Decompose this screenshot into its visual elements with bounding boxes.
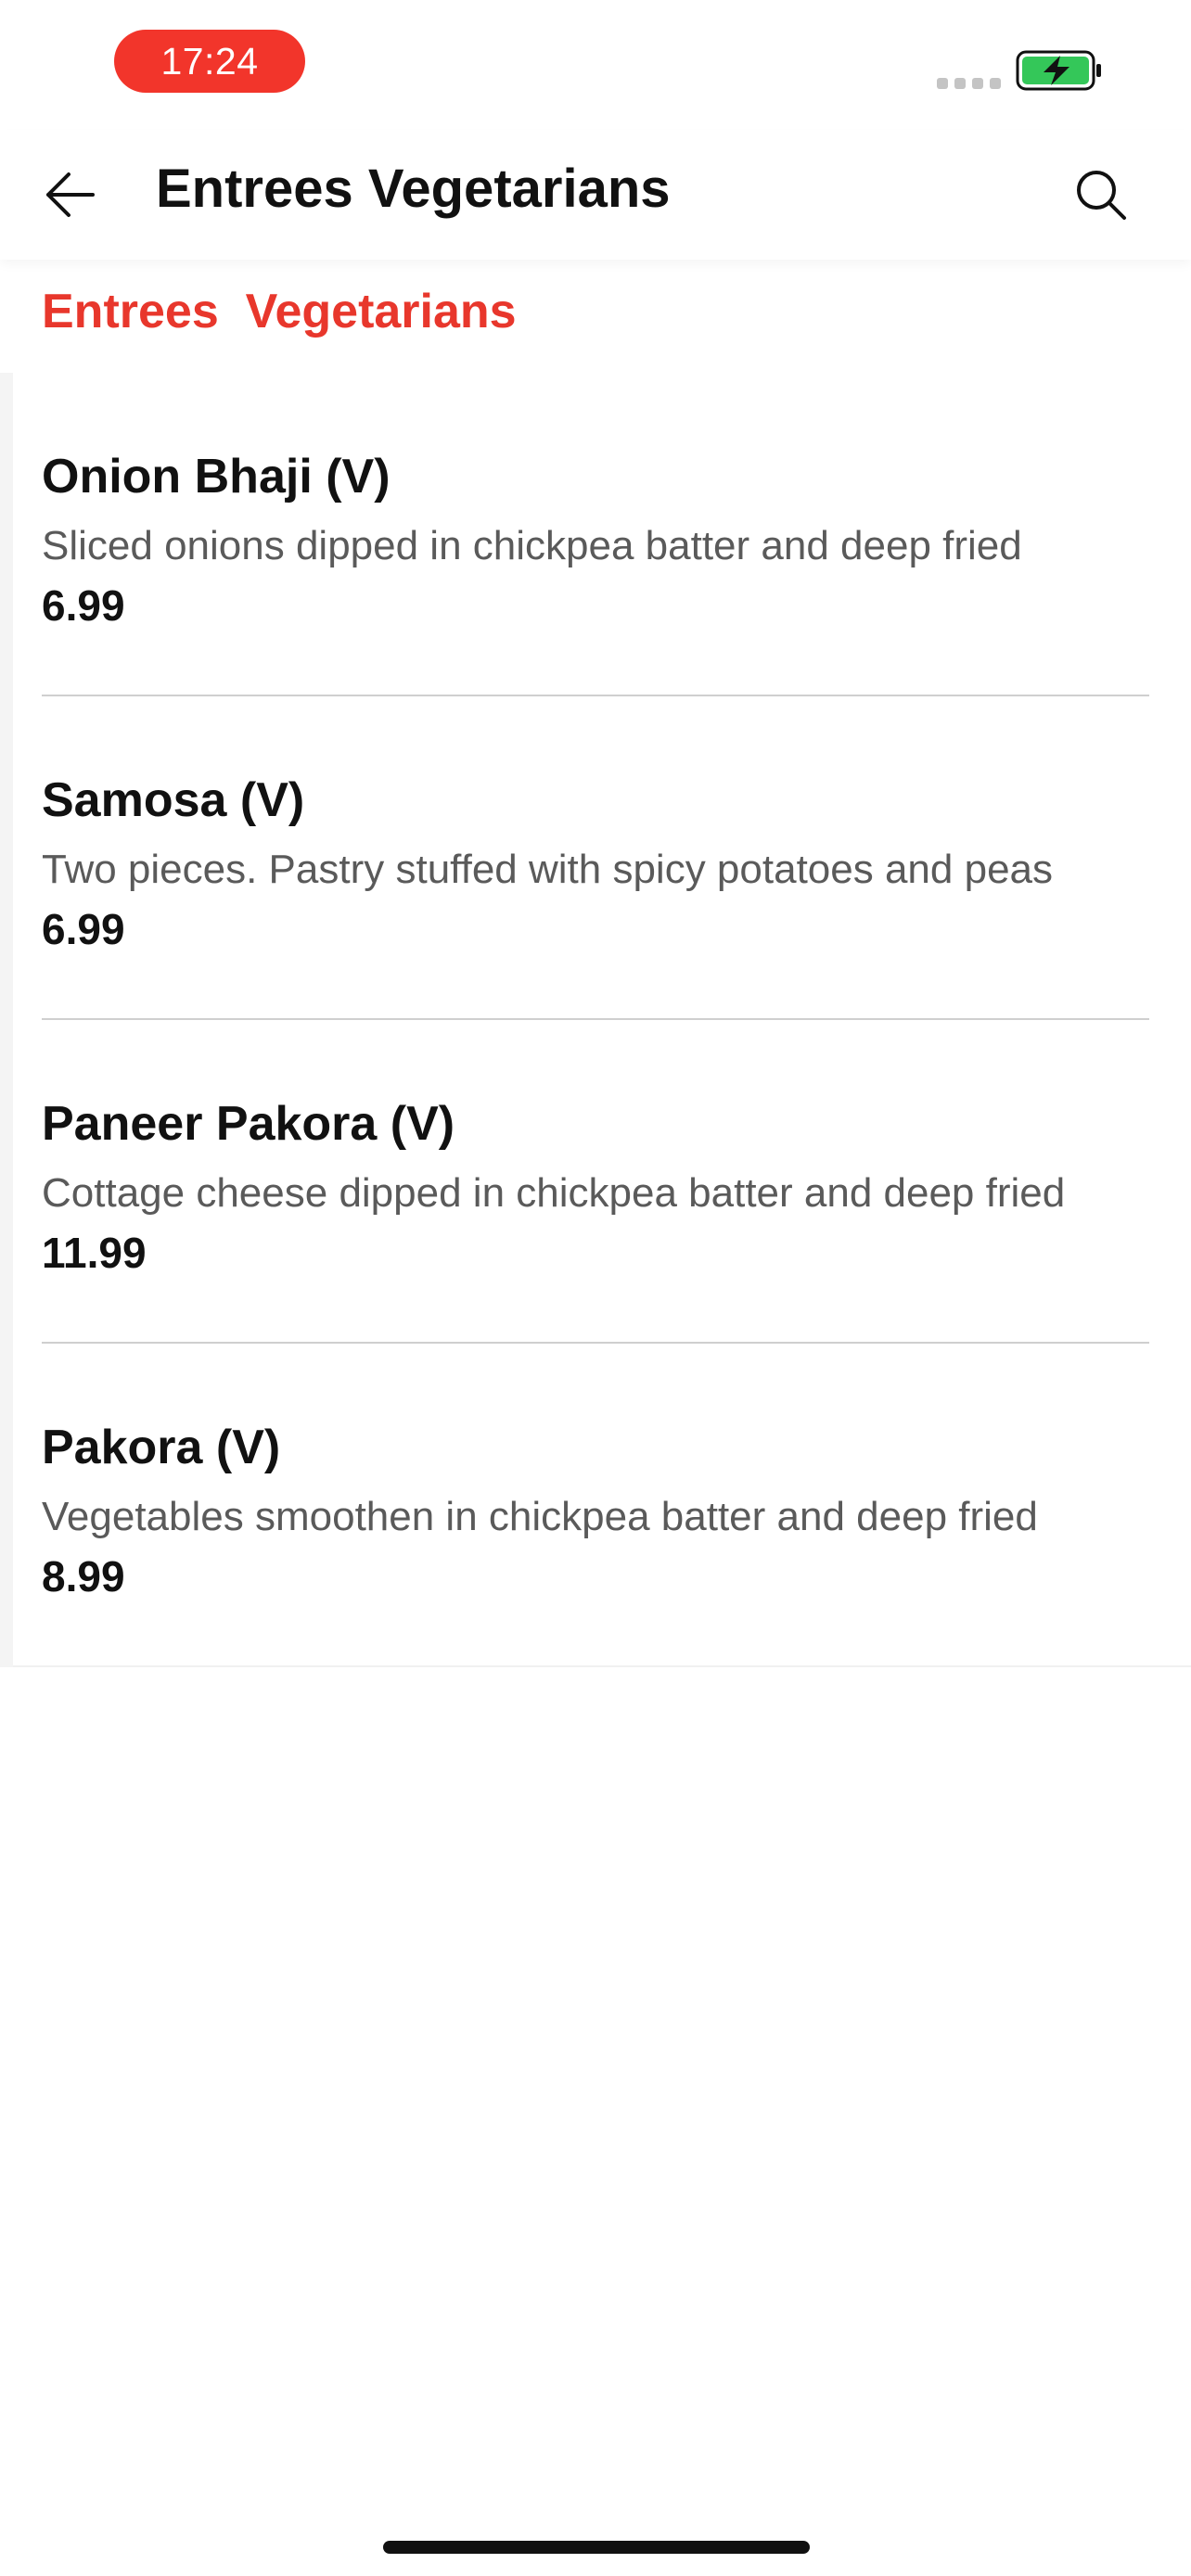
item-price: 6.99 (42, 905, 125, 953)
menu-item-samosa[interactable]: Samosa (V) Two pieces. Pastry stuffed wi… (0, 696, 1191, 1020)
divider (13, 1665, 1191, 1667)
search-icon[interactable] (1073, 167, 1129, 223)
item-price: 6.99 (42, 581, 125, 630)
status-time: 17:24 (160, 39, 259, 83)
item-description: Sliced onions dipped in chickpea batter … (42, 523, 1022, 568)
item-price: 11.99 (42, 1229, 147, 1277)
signal-dots-icon (937, 78, 1001, 89)
item-description: Two pieces. Pastry stuffed with spicy po… (42, 847, 1054, 892)
menu-item-paneer-pakora[interactable]: Paneer Pakora (V) Cottage cheese dipped … (0, 1020, 1191, 1344)
item-name: Samosa (V) (42, 773, 305, 827)
item-name: Pakora (V) (42, 1421, 281, 1474)
back-arrow-icon[interactable] (43, 169, 98, 221)
top-app-bar: Entrees Vegetarians (0, 130, 1191, 260)
menu-item-onion-bhaji[interactable]: Onion Bhaji (V) Sliced onions dipped in … (0, 373, 1191, 696)
home-indicator[interactable] (383, 2541, 810, 2554)
status-bar: 17:24 (0, 0, 1191, 130)
item-description: Vegetables smoothen in chickpea batter a… (42, 1494, 1038, 1539)
battery-charging-icon (1016, 50, 1101, 91)
category-heading: Entrees Vegetarians (42, 285, 517, 338)
menu-item-pakora[interactable]: Pakora (V) Vegetables smoothen in chickp… (0, 1344, 1191, 1667)
item-price: 8.99 (42, 1552, 125, 1600)
item-description: Cottage cheese dipped in chickpea batter… (42, 1170, 1066, 1216)
item-name: Onion Bhaji (V) (42, 450, 391, 504)
menu-list: Onion Bhaji (V) Sliced onions dipped in … (0, 373, 1191, 1667)
status-time-pill: 17:24 (114, 30, 305, 93)
item-name: Paneer Pakora (V) (42, 1097, 455, 1151)
page-title: Entrees Vegetarians (156, 159, 671, 219)
